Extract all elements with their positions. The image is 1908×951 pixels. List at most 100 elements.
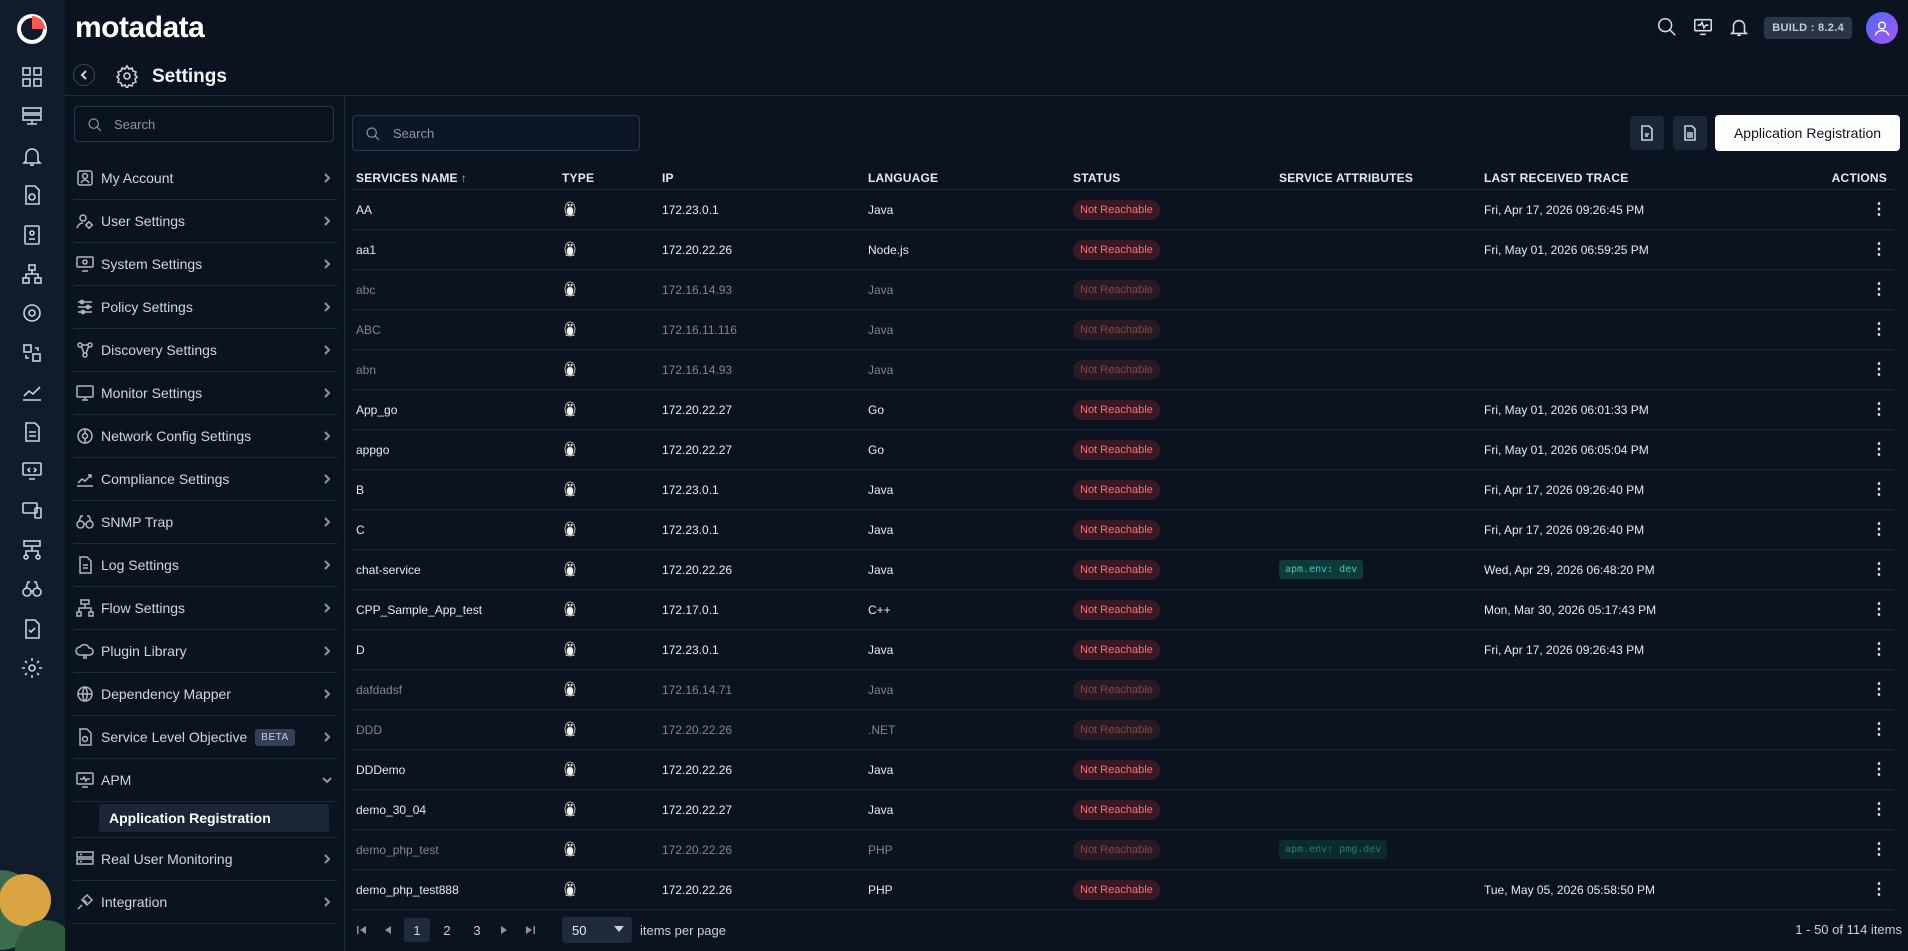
alerts-bell-icon[interactable]	[18, 142, 46, 170]
table-row[interactable]: chat-service 172.20.22.26 Java Not Reachabl…	[352, 550, 1895, 590]
col-services-name[interactable]: SERVICES NAME ↑	[352, 171, 558, 185]
sidebar-item-service-level-objective[interactable]: Service Level Objective BETA	[73, 716, 337, 759]
service-name[interactable]: B	[352, 483, 558, 497]
table-row[interactable]: DDDemo 172.20.22.26 Java Not Reachable ⋮	[352, 750, 1895, 790]
sidebar-item-real-user-monitoring[interactable]: Real User Monitoring	[73, 838, 337, 881]
service-name[interactable]: D	[352, 643, 558, 657]
settings-gear-icon[interactable]	[18, 654, 46, 682]
sidebar-item-snmp-trap[interactable]: SNMP Trap	[73, 501, 337, 544]
page-button[interactable]: 2	[434, 918, 460, 942]
sidebar-item-log-settings[interactable]: Log Settings	[73, 544, 337, 587]
table-row[interactable]: AA 172.23.0.1 Java Not Reachable Fri, Apr 17…	[352, 190, 1895, 230]
table-row[interactable]: aa1 172.20.22.26 Node.js Not Reachable Fri, …	[352, 230, 1895, 270]
table-row[interactable]: abn 172.16.14.93 Java Not Reachable ⋮	[352, 350, 1895, 390]
application-registration-button[interactable]: Application Registration	[1715, 115, 1900, 151]
metrics-chart-icon[interactable]	[18, 378, 46, 406]
sidebar-item-policy-settings[interactable]: Policy Settings	[73, 286, 337, 329]
search-icon[interactable]	[1656, 16, 1678, 41]
per-page-select[interactable]: 50	[562, 917, 632, 943]
more-actions-icon[interactable]: ⋮	[1871, 321, 1887, 338]
more-actions-icon[interactable]: ⋮	[1871, 881, 1887, 898]
network-flow-icon[interactable]	[18, 536, 46, 564]
sidebar-item-system-settings[interactable]: System Settings	[73, 243, 337, 286]
service-name[interactable]: aa1	[352, 243, 558, 257]
observability-icon[interactable]	[18, 299, 46, 327]
more-actions-icon[interactable]: ⋮	[1871, 241, 1887, 258]
last-page-icon[interactable]	[520, 920, 540, 940]
prev-page-icon[interactable]	[378, 920, 398, 940]
table-row[interactable]: demo_php_test 172.20.22.26 PHP Not Reachabl…	[352, 830, 1895, 870]
first-page-icon[interactable]	[352, 920, 372, 940]
sidebar-item-integration[interactable]: Integration	[73, 881, 337, 924]
next-page-icon[interactable]	[494, 920, 514, 940]
more-actions-icon[interactable]: ⋮	[1871, 201, 1887, 218]
compliance-check-icon[interactable]	[18, 615, 46, 643]
monitor-health-icon[interactable]	[1692, 16, 1714, 41]
more-actions-icon[interactable]: ⋮	[1871, 641, 1887, 658]
more-actions-icon[interactable]: ⋮	[1871, 841, 1887, 858]
service-name[interactable]: ABC	[352, 323, 558, 337]
service-name[interactable]: C	[352, 523, 558, 537]
more-actions-icon[interactable]: ⋮	[1871, 601, 1887, 618]
more-actions-icon[interactable]: ⋮	[1871, 681, 1887, 698]
back-button[interactable]	[73, 64, 95, 86]
sidebar-item-compliance-settings[interactable]: Compliance Settings	[73, 458, 337, 501]
nav-search-input[interactable]: Search	[74, 106, 334, 142]
export-csv-button[interactable]	[1673, 116, 1707, 150]
sidebar-item-discovery-settings[interactable]: Discovery Settings	[73, 329, 337, 372]
col-status[interactable]: STATUS	[1070, 171, 1276, 185]
service-name[interactable]: DDD	[352, 723, 558, 737]
service-name[interactable]: abn	[352, 363, 558, 377]
more-actions-icon[interactable]: ⋮	[1871, 561, 1887, 578]
more-actions-icon[interactable]: ⋮	[1871, 801, 1887, 818]
table-row[interactable]: DDD 172.20.22.26 .NET Not Reachable ⋮	[352, 710, 1895, 750]
service-name[interactable]: abc	[352, 283, 558, 297]
page-button[interactable]: 3	[464, 918, 490, 942]
col-language[interactable]: LANGUAGE	[864, 171, 1070, 185]
dashboard-grid-icon[interactable]	[18, 63, 46, 91]
service-name[interactable]: demo_30_04	[352, 803, 558, 817]
more-actions-icon[interactable]: ⋮	[1871, 281, 1887, 298]
table-row[interactable]: CPP_Sample_App_test 172.17.0.1 C++ Not Reac…	[352, 590, 1895, 630]
more-actions-icon[interactable]: ⋮	[1871, 401, 1887, 418]
brand-logo[interactable]: motadata	[75, 11, 205, 45]
sidebar-item-dependency-mapper[interactable]: Dependency Mapper	[73, 673, 337, 716]
binoculars-icon[interactable]	[18, 575, 46, 603]
sidebar-item-plugin-library[interactable]: Plugin Library	[73, 630, 337, 673]
more-actions-icon[interactable]: ⋮	[1871, 361, 1887, 378]
sidebar-item-application-registration[interactable]: Application Registration	[99, 804, 329, 832]
more-actions-icon[interactable]: ⋮	[1871, 761, 1887, 778]
service-name[interactable]: App_go	[352, 403, 558, 417]
table-row[interactable]: appgo 172.20.22.27 Go Not Reachable Fri, May…	[352, 430, 1895, 470]
col-ip[interactable]: IP	[658, 171, 864, 185]
col-last-received-trace[interactable]: LAST RECEIVED TRACE	[1481, 171, 1781, 185]
table-row[interactable]: C 172.23.0.1 Java Not Reachable Fri, Apr 17,…	[352, 510, 1895, 550]
export-pdf-button[interactable]	[1630, 116, 1664, 150]
col-service-attributes[interactable]: SERVICE ATTRIBUTES	[1276, 171, 1481, 185]
sidebar-item-apm[interactable]: APM	[73, 759, 337, 802]
more-actions-icon[interactable]: ⋮	[1871, 441, 1887, 458]
sidebar-item-flow-settings[interactable]: Flow Settings	[73, 587, 337, 630]
more-actions-icon[interactable]: ⋮	[1871, 521, 1887, 538]
service-name[interactable]: demo_php_test	[352, 843, 558, 857]
service-name[interactable]: DDDemo	[352, 763, 558, 777]
table-row[interactable]: demo_php_test888 172.20.22.26 PHP Not Reach…	[352, 870, 1895, 910]
motadata-logo-icon[interactable]	[16, 13, 48, 45]
table-row[interactable]: dafdadsf 172.16.14.71 Java Not Reachable ⋮	[352, 670, 1895, 710]
more-actions-icon[interactable]: ⋮	[1871, 721, 1887, 738]
col-type[interactable]: TYPE	[558, 171, 658, 185]
devices-icon[interactable]	[18, 496, 46, 524]
inventory-server-icon[interactable]	[18, 102, 46, 130]
avatar[interactable]	[1866, 12, 1898, 44]
table-row[interactable]: App_go 172.20.22.27 Go Not Reachable Fri, Ma…	[352, 390, 1895, 430]
table-row[interactable]: B 172.23.0.1 Java Not Reachable Fri, Apr 17,…	[352, 470, 1895, 510]
notification-bell-icon[interactable]	[1728, 16, 1750, 41]
service-name[interactable]: appgo	[352, 443, 558, 457]
topology-icon[interactable]	[18, 260, 46, 288]
more-actions-icon[interactable]: ⋮	[1871, 481, 1887, 498]
service-name[interactable]: CPP_Sample_App_test	[352, 603, 558, 617]
log-document-icon[interactable]	[18, 418, 46, 446]
reports-icon[interactable]	[18, 221, 46, 249]
page-button[interactable]: 1	[404, 918, 430, 942]
sidebar-item-user-settings[interactable]: User Settings	[73, 200, 337, 243]
